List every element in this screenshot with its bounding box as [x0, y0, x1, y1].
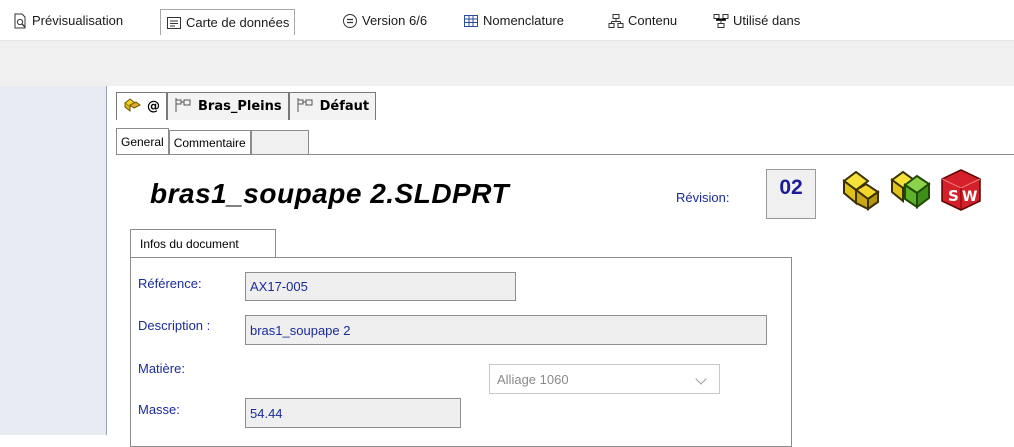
left-panel [0, 86, 107, 435]
contents-icon [608, 13, 624, 29]
solidworks-icon: S W [938, 167, 984, 211]
bom-icon [463, 13, 479, 29]
document-title: bras1_soupape 2.SLDPRT [150, 178, 510, 209]
description-label: Description : [138, 318, 211, 333]
tab-label: General [121, 134, 164, 149]
chevron-down-icon [695, 373, 707, 385]
config-tab-defaut[interactable]: Défaut [288, 92, 377, 120]
material-select[interactable]: Alliage 1060 [489, 364, 720, 394]
reference-label: Référence: [138, 276, 202, 291]
data-card-icon [166, 15, 182, 31]
tab-label: Nomenclature [483, 13, 564, 28]
tab-bom[interactable]: Nomenclature [463, 10, 564, 31]
svg-text:W: W [962, 189, 977, 205]
configuration-icon [296, 97, 314, 117]
version-icon [342, 13, 358, 29]
preview-icon [12, 13, 28, 29]
tab-commentaire[interactable]: Commentaire [168, 130, 251, 154]
svg-text:S: S [948, 187, 959, 205]
tab-label: Carte de données [186, 15, 290, 30]
revision-label: Révision: [676, 190, 730, 205]
tab-label: Contenu [628, 13, 678, 28]
part-config-icon [123, 97, 141, 117]
description-field[interactable]: bras1_soupape 2 [245, 315, 767, 345]
tab-divider [116, 154, 1014, 155]
tab-general[interactable]: General [116, 128, 169, 154]
config-tab-at[interactable]: @ [116, 92, 167, 120]
part-icon [838, 167, 884, 211]
tab-label: Utilisé dans [733, 13, 801, 28]
mass-field[interactable]: 54.44 [245, 398, 461, 428]
part-green-icon [888, 167, 934, 211]
material-value: Alliage 1060 [497, 371, 569, 387]
tab-version[interactable]: Version 6/6 [342, 10, 427, 31]
toolbar-spacer [0, 41, 1014, 86]
card-section-tabs: General Commentaire [116, 128, 309, 154]
configuration-tabs: @ Bras_Pleins Défaut [116, 92, 377, 120]
tab-data-card[interactable]: Carte de données [160, 9, 296, 35]
where-used-icon [713, 13, 729, 29]
tab-preview[interactable]: Prévisualisation [12, 10, 123, 31]
tab-empty [250, 130, 309, 154]
tab-label: Version 6/6 [362, 13, 428, 28]
tab-label: Infos du document [140, 237, 239, 251]
tab-label: Commentaire [173, 135, 246, 150]
configuration-icon [174, 97, 192, 117]
material-label: Matière: [138, 361, 185, 376]
tab-label: Prévisualisation [32, 13, 124, 28]
config-tab-label: Défaut [319, 99, 370, 114]
mass-label: Masse: [138, 402, 180, 417]
top-tab-bar: Prévisualisation Carte de données Versio… [0, 0, 1014, 41]
revision-value: 02 [766, 169, 816, 219]
tab-contents[interactable]: Contenu [608, 10, 677, 31]
config-tab-label: Bras_Pleins [198, 99, 282, 114]
tab-infos-document[interactable]: Infos du document [130, 229, 276, 258]
tab-where-used[interactable]: Utilisé dans [713, 10, 800, 31]
reference-field[interactable]: AX17-005 [245, 272, 516, 301]
config-tab-label: @ [147, 99, 160, 114]
config-tab-bras-pleins[interactable]: Bras_Pleins [167, 92, 289, 120]
